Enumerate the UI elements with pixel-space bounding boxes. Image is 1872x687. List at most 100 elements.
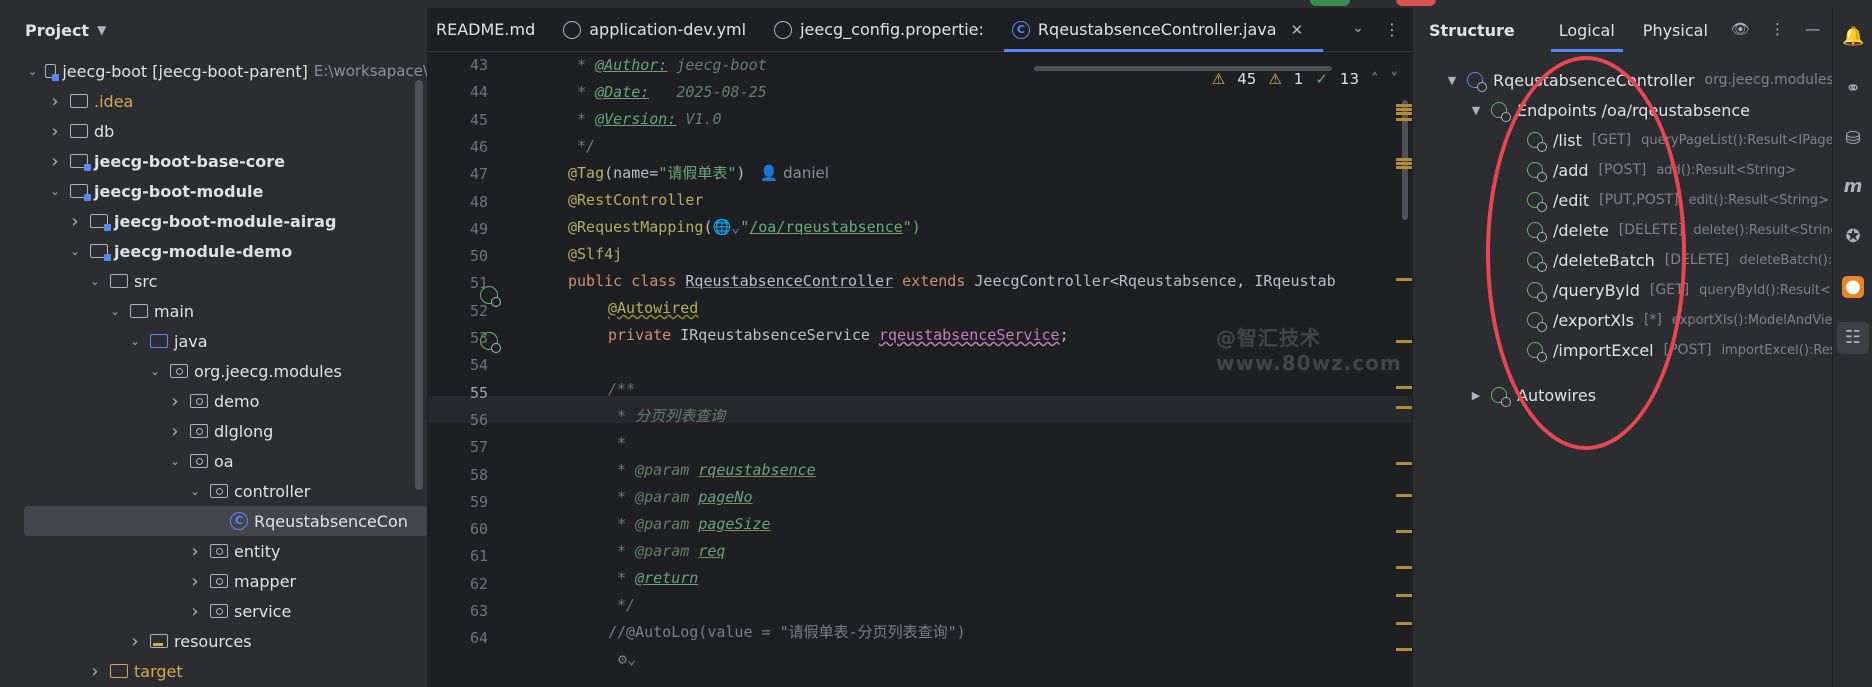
scroll-marker[interactable] bbox=[1396, 622, 1412, 625]
chevron-right-icon[interactable]: › bbox=[128, 631, 142, 652]
code-line-58: * @param rqeustabsence bbox=[608, 461, 816, 479]
folder-icon bbox=[150, 634, 168, 648]
eye-icon[interactable]: 👁 bbox=[1731, 20, 1750, 38]
scroll-marker[interactable] bbox=[1396, 340, 1412, 343]
tree-item[interactable]: ⌄ jeecg-module-demo bbox=[0, 236, 427, 266]
chevron-right-icon[interactable]: › bbox=[68, 211, 82, 232]
scroll-marker[interactable] bbox=[1396, 108, 1412, 111]
tree-item[interactable]: ⌄ oa bbox=[0, 446, 427, 476]
chevron-right-icon[interactable]: › bbox=[188, 601, 202, 622]
tree-item[interactable]: › target bbox=[0, 656, 427, 686]
code-line-53: private IRqeustabsenceService rqeustabse… bbox=[608, 326, 1069, 344]
tab-physical[interactable]: Physical bbox=[1629, 8, 1722, 52]
chevron-right-icon[interactable]: › bbox=[168, 391, 182, 412]
chevron-right-icon[interactable]: › bbox=[48, 121, 62, 142]
chevron-right-icon[interactable]: ▶ bbox=[1469, 389, 1483, 402]
ai-assistant-icon[interactable]: ⚭ bbox=[1842, 78, 1864, 100]
chevron-right-icon[interactable]: › bbox=[48, 151, 62, 172]
tree-item[interactable]: › entity bbox=[0, 536, 427, 566]
chevron-down-icon[interactable]: ⌄ bbox=[88, 275, 102, 288]
more-vertical-icon[interactable]: ⋮ bbox=[1770, 20, 1785, 38]
code-line-46: */ bbox=[568, 137, 596, 155]
scroll-marker[interactable] bbox=[1396, 386, 1412, 389]
scroll-marker[interactable] bbox=[1396, 278, 1412, 281]
chevron-down-icon[interactable]: ⌄ bbox=[108, 305, 122, 318]
chevron-down-icon[interactable]: ⌄ bbox=[68, 245, 82, 258]
chevron-down-icon[interactable]: ▼ bbox=[1445, 74, 1459, 87]
author-hint: daniel bbox=[783, 164, 829, 182]
scroll-marker[interactable] bbox=[1396, 566, 1412, 569]
more-vertical-icon[interactable]: ⋮ bbox=[1384, 20, 1400, 39]
tree-item[interactable]: ⌄ src bbox=[0, 266, 427, 296]
tree-item[interactable]: › demo bbox=[0, 386, 427, 416]
tree-item-label: src bbox=[134, 271, 158, 291]
tree-item[interactable]: › service bbox=[0, 596, 427, 626]
code-line-62: * @return bbox=[608, 569, 699, 587]
tree-item[interactable]: ⌄ org.jeecg.modules bbox=[0, 356, 427, 386]
chevron-down-icon[interactable]: ⌄ bbox=[168, 455, 182, 468]
minimize-icon[interactable]: — bbox=[1805, 20, 1820, 38]
scroll-marker[interactable] bbox=[1396, 594, 1412, 597]
chevron-right-icon[interactable]: › bbox=[188, 571, 202, 592]
chevron-down-icon[interactable]: ▼ bbox=[97, 23, 106, 37]
chevron-down-icon[interactable]: ⌄ bbox=[1352, 20, 1364, 36]
chevron-right-icon[interactable]: › bbox=[188, 541, 202, 562]
chevron-right-icon[interactable]: › bbox=[168, 421, 182, 442]
tab-application-dev-yml[interactable]: application-dev.yml bbox=[555, 8, 766, 52]
chevron-right-icon[interactable]: › bbox=[88, 661, 102, 682]
tree-item[interactable]: › mapper bbox=[0, 566, 427, 596]
structure-tool-icon[interactable]: ☷ bbox=[1837, 322, 1869, 354]
ai-hint-icon[interactable]: ⚙⌄ bbox=[618, 646, 636, 673]
tab-logical[interactable]: Logical bbox=[1545, 8, 1629, 52]
tree-item[interactable]: › jeecg-boot-module-airag bbox=[0, 206, 427, 236]
chevron-down-icon[interactable]: ⌄ bbox=[128, 335, 142, 348]
folder-icon bbox=[130, 304, 148, 318]
tree-item[interactable]: › jeecg-boot-base-core bbox=[0, 146, 427, 176]
chevron-down-icon[interactable]: ▼ bbox=[1469, 104, 1483, 117]
tree-item[interactable]: ⌄ jeecg-boot [jeecg-boot-parent] E:\worksa… bbox=[0, 56, 427, 86]
globe-icon[interactable]: 🌐⌄ bbox=[713, 218, 741, 236]
tree-item-label: mapper bbox=[234, 571, 297, 591]
tree-item[interactable]: C RqeustabsenceCon bbox=[24, 506, 427, 536]
chevron-down-icon[interactable]: ⌄ bbox=[148, 365, 162, 378]
structure-title: Structure bbox=[1429, 20, 1515, 40]
tab-controller-java[interactable]: C RqeustabsenceController.java ✕ bbox=[1003, 8, 1324, 52]
scroll-marker[interactable] bbox=[1396, 462, 1412, 465]
chevron-right-icon[interactable]: › bbox=[48, 91, 62, 112]
project-panel-header[interactable]: Project ▼ bbox=[0, 8, 427, 52]
scroll-marker[interactable] bbox=[1396, 118, 1412, 121]
scroll-marker[interactable] bbox=[1396, 104, 1412, 107]
scroll-marker[interactable] bbox=[1396, 648, 1412, 651]
tree-item[interactable]: ⌄ java bbox=[0, 326, 427, 356]
tree-item[interactable]: ⌄ main bbox=[0, 296, 427, 326]
tree-item[interactable]: › dlglong bbox=[0, 416, 427, 446]
scroll-marker[interactable] bbox=[1396, 112, 1412, 115]
database-icon[interactable]: ⛁ bbox=[1842, 128, 1864, 150]
tree-item-label: demo bbox=[214, 391, 260, 411]
chevron-down-icon[interactable]: ⌄ bbox=[28, 65, 37, 78]
tree-item[interactable]: › .idea bbox=[0, 86, 427, 116]
maven-icon[interactable]: m bbox=[1842, 176, 1864, 198]
scroll-marker[interactable] bbox=[1396, 530, 1412, 533]
project-scrollbar[interactable] bbox=[415, 80, 423, 490]
plugin-icon[interactable]: ● bbox=[1842, 276, 1864, 298]
scroll-marker[interactable] bbox=[1396, 158, 1412, 161]
scroll-marker[interactable] bbox=[1396, 494, 1412, 497]
spring-icon[interactable]: ✪ bbox=[1842, 226, 1864, 248]
tab-jeecg-config[interactable]: jeecg_config.propertie: bbox=[766, 8, 1004, 52]
scroll-marker[interactable] bbox=[1396, 406, 1412, 409]
notifications-icon[interactable]: 🔔 bbox=[1842, 26, 1864, 48]
tree-item[interactable]: ⌄ jeecg-boot-module bbox=[0, 176, 427, 206]
scroll-marker[interactable] bbox=[1396, 166, 1412, 169]
tab-readme[interactable]: README.md bbox=[428, 8, 555, 52]
close-icon[interactable]: ✕ bbox=[1291, 21, 1304, 39]
code-line-60: * @param pageSize bbox=[608, 515, 771, 533]
tree-item[interactable]: › db bbox=[0, 116, 427, 146]
chevron-down-icon[interactable]: ⌄ bbox=[188, 485, 202, 498]
gear-icon bbox=[774, 20, 793, 39]
chevron-down-icon[interactable]: ⌄ bbox=[48, 185, 62, 198]
tree-item-label: .idea bbox=[94, 91, 134, 111]
tree-item[interactable]: › resources bbox=[0, 626, 427, 656]
tree-item[interactable]: ⌄ controller bbox=[0, 476, 427, 506]
scroll-marker[interactable] bbox=[1396, 162, 1412, 165]
